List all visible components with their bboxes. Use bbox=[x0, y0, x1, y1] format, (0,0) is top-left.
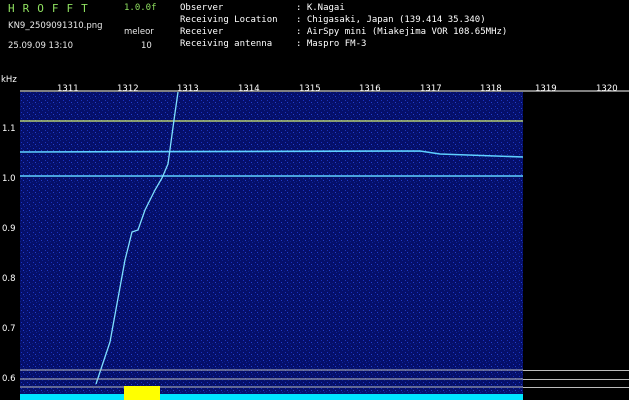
y-tick-0.6: 0.6 bbox=[2, 374, 16, 384]
y-tick-1.0: 1.0 bbox=[2, 174, 16, 184]
header: HROFFT 1.0.0f KN9_2509091310.png meleor … bbox=[0, 0, 629, 76]
location-value: : Chigasaki, Japan (139.414 35.340) bbox=[296, 15, 486, 25]
y-axis-unit: kHz bbox=[1, 75, 17, 85]
reference-line-extend-1 bbox=[523, 370, 629, 371]
y-tick-0.7: 0.7 bbox=[2, 324, 16, 334]
y-tick-1.1: 1.1 bbox=[2, 124, 16, 134]
spectrogram bbox=[20, 92, 523, 400]
reference-line-extend-2 bbox=[523, 379, 629, 380]
x-tick-1319: 1319 bbox=[535, 84, 557, 94]
app-version: 1.0.0f bbox=[124, 3, 157, 13]
spectrum-background bbox=[20, 92, 523, 400]
noise-floor bbox=[20, 394, 523, 400]
y-tick-0.9: 0.9 bbox=[2, 224, 16, 234]
observer-label: Observer bbox=[180, 3, 224, 13]
location-label: Receiving Location bbox=[180, 15, 278, 25]
antenna-label: Receiving antenna bbox=[180, 39, 273, 49]
file-name: KN9_2509091310.png bbox=[8, 21, 103, 31]
observer-value: : K.Nagai bbox=[296, 3, 345, 13]
y-tick-0.8: 0.8 bbox=[2, 274, 16, 284]
antenna-value: : Maspro FM-3 bbox=[296, 39, 367, 49]
receiver-label: Receiver bbox=[180, 27, 224, 37]
reference-line-extend-3 bbox=[523, 387, 629, 388]
datetime: 25.09.09 13:10 bbox=[8, 41, 74, 51]
receiver-value: : AirSpy mini (Miakejima VOR 108.65MHz) bbox=[296, 27, 508, 37]
x-tick-1320: 1320 bbox=[596, 84, 618, 94]
mode-label: meleor bbox=[124, 27, 154, 37]
burst-marker bbox=[124, 386, 160, 400]
app-title: HROFFT bbox=[8, 2, 96, 15]
count-value: 10 bbox=[141, 41, 152, 51]
